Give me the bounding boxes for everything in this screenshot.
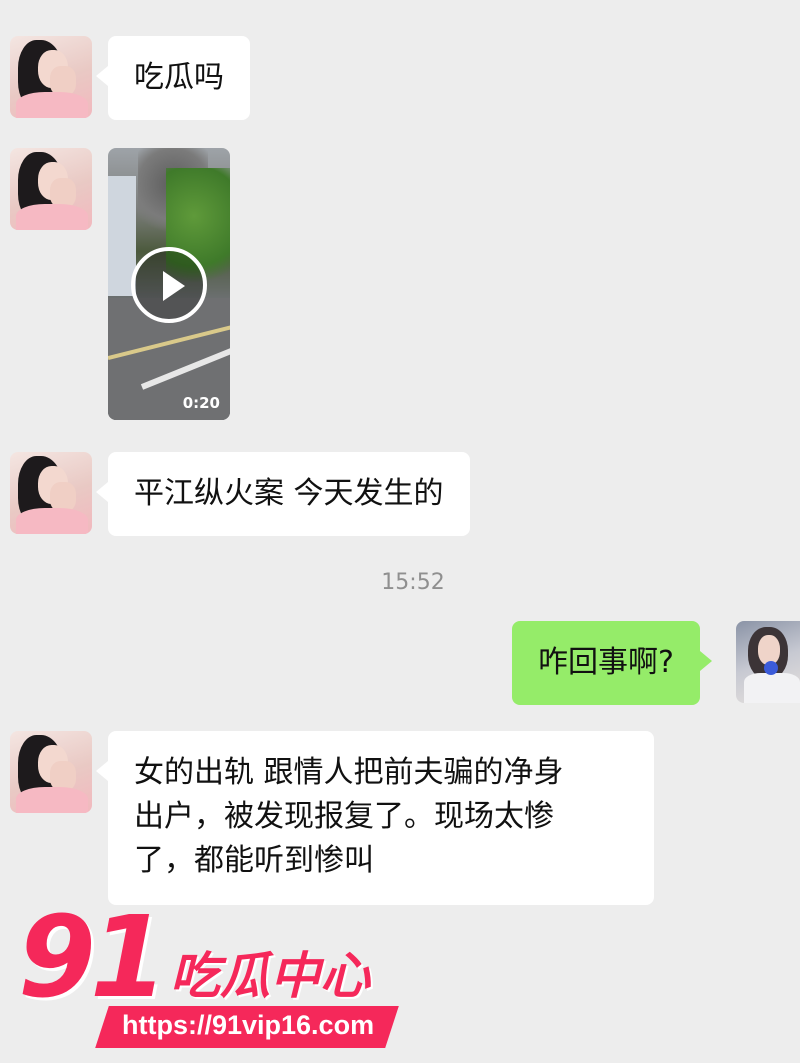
play-icon[interactable] [131,247,207,323]
chat-timestamp: 15:52 [381,570,445,595]
message-text: 咋回事啊? [538,645,674,680]
message-bubble[interactable]: 平江纵火案 今天发生的 [96,452,470,536]
sender-avatar[interactable] [10,452,92,534]
message-line: 了，都能听到惨叫 [134,843,374,878]
watermark-logo: 91 吃瓜中心 https://91vip16.com [18,893,399,1052]
sender-avatar[interactable] [10,148,92,230]
message-text: 平江纵火案 今天发生的 [134,476,444,511]
watermark-brand: 吃瓜中心 [170,947,370,1005]
video-duration: 0:20 [182,394,220,412]
my-avatar[interactable] [736,621,800,703]
message-bubble-outgoing[interactable]: 咋回事啊? [512,621,712,705]
message-text: 吃瓜吗 [134,60,224,95]
message-line: 出户，被发现报复了。现场太惨 [134,799,554,834]
message-bubble[interactable]: 吃瓜吗 [96,36,250,120]
watermark-url: https://91vip16.com [122,1010,375,1040]
video-message[interactable]: 0:20 [108,148,230,420]
sender-avatar[interactable] [10,36,92,118]
sender-avatar[interactable] [10,731,92,813]
message-line: 女的出轨 跟情人把前夫骗的净身 [134,755,564,790]
watermark-number: 91 [18,893,168,1023]
message-bubble[interactable]: 女的出轨 跟情人把前夫骗的净身 出户，被发现报复了。现场太惨 了，都能听到惨叫 [96,731,654,905]
